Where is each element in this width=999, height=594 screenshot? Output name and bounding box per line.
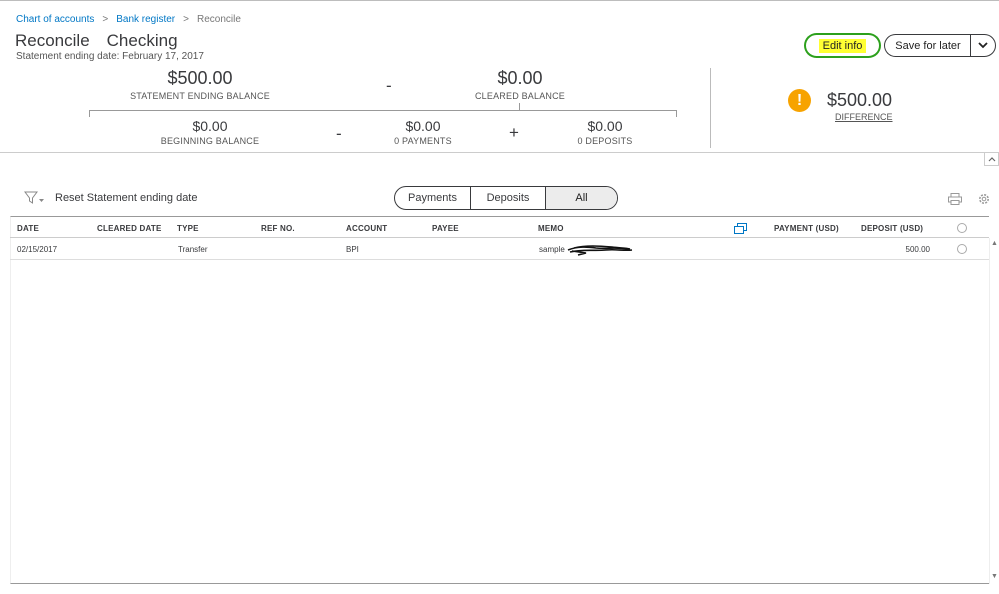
page-title-text: Reconcile bbox=[15, 31, 90, 50]
cleared-balance-value: $0.00 bbox=[497, 68, 543, 88]
cell-type: Transfer bbox=[178, 245, 208, 254]
transaction-type-toggle: Payments Deposits All bbox=[394, 186, 618, 210]
summary-bracket-right bbox=[676, 110, 677, 117]
column-header-ref-no[interactable]: REF NO. bbox=[261, 224, 295, 233]
column-header-cleared-date[interactable]: CLEARED DATE bbox=[97, 224, 161, 233]
tab-deposits[interactable]: Deposits bbox=[471, 187, 546, 209]
gear-icon[interactable] bbox=[977, 192, 991, 206]
minus-operator-2: - bbox=[336, 124, 342, 143]
column-header-account[interactable]: ACCOUNT bbox=[346, 224, 387, 233]
table-scrollbar[interactable] bbox=[989, 238, 990, 584]
breadcrumb: Chart of accounts > Bank register > Reconcil… bbox=[16, 14, 241, 25]
chevron-up-icon bbox=[988, 156, 995, 161]
scroll-down-icon[interactable]: ▼ bbox=[991, 573, 998, 580]
breadcrumb-separator: > bbox=[102, 14, 109, 25]
cell-memo: sample bbox=[539, 245, 565, 254]
breadcrumb-current: Reconcile bbox=[196, 14, 241, 25]
deposits-label: 0 DEPOSITS bbox=[577, 136, 633, 146]
summary-bracket-left bbox=[89, 110, 90, 117]
edit-info-button[interactable]: Edit info bbox=[805, 34, 880, 57]
reset-statement-date-link[interactable]: Reset Statement ending date bbox=[55, 192, 197, 204]
print-icon[interactable] bbox=[948, 193, 962, 205]
save-options-dropdown[interactable] bbox=[970, 34, 996, 57]
statement-ending-balance-value: $500.00 bbox=[167, 68, 233, 88]
plus-operator: + bbox=[509, 123, 519, 142]
breadcrumb-bank-register[interactable]: Bank register bbox=[116, 14, 175, 25]
summary-divider bbox=[710, 68, 711, 148]
transactions-table bbox=[10, 216, 989, 584]
column-header-payment[interactable]: PAYMENT (USD) bbox=[774, 224, 839, 233]
payments-label: 0 PAYMENTS bbox=[394, 136, 452, 146]
column-header-payee[interactable]: PAYEE bbox=[432, 224, 459, 233]
copy-icon[interactable] bbox=[734, 223, 747, 234]
collapse-summary-button[interactable] bbox=[984, 152, 999, 166]
beginning-balance-value: $0.00 bbox=[192, 118, 228, 134]
column-header-type[interactable]: TYPE bbox=[177, 224, 199, 233]
difference-value: $500.00 bbox=[827, 90, 893, 110]
select-all-radio[interactable] bbox=[957, 223, 967, 233]
section-divider bbox=[0, 152, 984, 153]
statement-ending-date: Statement ending date: February 17, 2017 bbox=[16, 51, 204, 62]
tab-payments[interactable]: Payments bbox=[395, 187, 471, 209]
table-row-divider bbox=[10, 259, 989, 260]
page-title: Reconcile Checking bbox=[15, 31, 178, 51]
summary-bracket-tick bbox=[519, 103, 520, 110]
header-divider bbox=[10, 237, 989, 238]
beginning-balance-label: BEGINNING BALANCE bbox=[160, 136, 260, 146]
filter-button[interactable] bbox=[24, 191, 44, 208]
statement-ending-balance-label: STATEMENT ENDING BALANCE bbox=[130, 91, 270, 101]
column-header-deposit[interactable]: DEPOSIT (USD) bbox=[861, 224, 923, 233]
chevron-down-icon bbox=[978, 42, 988, 49]
minus-operator: - bbox=[386, 76, 392, 95]
warning-icon: ! bbox=[788, 89, 811, 112]
column-header-memo[interactable]: MEMO bbox=[538, 224, 564, 233]
filter-icon bbox=[24, 191, 44, 204]
top-border bbox=[0, 0, 999, 1]
breadcrumb-separator: > bbox=[183, 14, 189, 25]
cell-date: 02/15/2017 bbox=[17, 245, 58, 254]
edit-info-label: Edit info bbox=[818, 38, 867, 53]
breadcrumb-chart-of-accounts[interactable]: Chart of accounts bbox=[16, 14, 94, 25]
cell-deposit: 500.00 bbox=[905, 245, 930, 254]
tab-all[interactable]: All bbox=[546, 187, 617, 209]
scroll-up-icon[interactable]: ▲ bbox=[991, 240, 998, 247]
deposits-value: $0.00 bbox=[587, 118, 623, 134]
payments-value: $0.00 bbox=[405, 118, 441, 134]
cleared-balance-label: CLEARED BALANCE bbox=[474, 91, 566, 101]
save-for-later-button[interactable]: Save for later bbox=[884, 34, 971, 57]
row-select-radio[interactable] bbox=[957, 244, 967, 254]
memo-redaction-scribble bbox=[567, 245, 633, 256]
column-header-date[interactable]: DATE bbox=[17, 224, 39, 233]
summary-bracket-line bbox=[89, 110, 676, 111]
difference-label: DIFFERENCE bbox=[835, 112, 893, 122]
account-name: Checking bbox=[106, 31, 178, 50]
cell-account: BPI bbox=[346, 245, 359, 254]
